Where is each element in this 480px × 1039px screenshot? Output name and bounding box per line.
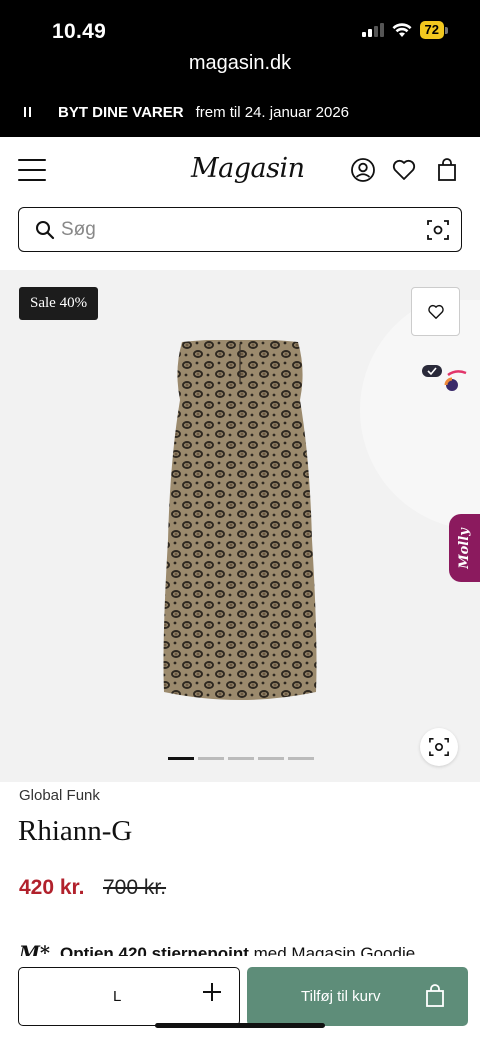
browser-chrome: 10.49 72 magasin.dk BYT DINE VARER frem … [0, 0, 480, 137]
menu-icon[interactable] [18, 159, 46, 181]
pause-icon[interactable] [24, 107, 34, 117]
gallery-dot[interactable] [198, 757, 224, 760]
promo-banner[interactable]: BYT DINE VARER frem til 24. januar 2026 [0, 98, 480, 126]
gallery-dot[interactable] [258, 757, 284, 760]
home-indicator [155, 1023, 325, 1028]
magasin-logo[interactable]: Magasin [191, 153, 305, 184]
product-brand[interactable]: Global Funk [19, 787, 100, 804]
shopping-bag-icon [426, 984, 444, 1007]
wishlist-icon[interactable] [391, 157, 417, 183]
add-to-wishlist-button[interactable] [411, 287, 460, 336]
product-image-dress [163, 340, 317, 700]
product-name: Rhiann-G [18, 815, 133, 847]
visual-search-button[interactable] [420, 728, 458, 766]
gallery-dot[interactable] [168, 757, 194, 760]
selected-size: L [113, 988, 122, 1005]
molly-assistant-tab[interactable]: Molly [449, 514, 480, 582]
battery-icon: 72 [419, 21, 448, 39]
status-icons: 72 [361, 21, 448, 39]
site-header: Magasin [0, 137, 480, 205]
wifi-icon [392, 22, 412, 37]
promo-title: BYT DINE VARER [58, 103, 184, 121]
sale-badge: Sale 40% [19, 287, 99, 320]
search-bar[interactable] [18, 207, 462, 252]
search-input[interactable] [61, 218, 401, 241]
plus-icon[interactable] [203, 983, 221, 1001]
sale-price: 420 kr. [19, 876, 85, 899]
add-to-cart-label: Tilføj til kurv [301, 988, 381, 1005]
gallery-dot[interactable] [288, 757, 314, 760]
gallery-pagination[interactable] [168, 757, 314, 760]
size-selector[interactable]: L [18, 967, 240, 1026]
original-price: 700 kr. [103, 876, 167, 899]
visual-search-icon [429, 738, 449, 756]
signal-icon [361, 23, 384, 37]
chat-widget-icon[interactable] [422, 365, 468, 395]
visual-search-icon[interactable] [427, 219, 449, 241]
battery-level: 72 [419, 21, 444, 39]
url-bar[interactable]: magasin.dk [0, 52, 480, 75]
basket-icon[interactable] [434, 157, 460, 183]
add-to-cart-button[interactable]: Tilføj til kurv [247, 967, 468, 1026]
molly-label: Molly [457, 527, 472, 569]
promo-text: frem til 24. januar 2026 [195, 103, 349, 121]
purchase-bar: L Tilføj til kurv [0, 956, 480, 1039]
gallery-dot[interactable] [228, 757, 254, 760]
account-icon[interactable] [350, 157, 376, 183]
status-time: 10.49 [52, 20, 107, 43]
heart-icon [427, 304, 444, 319]
product-gallery[interactable]: Sale 40% Molly [0, 270, 480, 782]
search-icon [36, 220, 55, 239]
